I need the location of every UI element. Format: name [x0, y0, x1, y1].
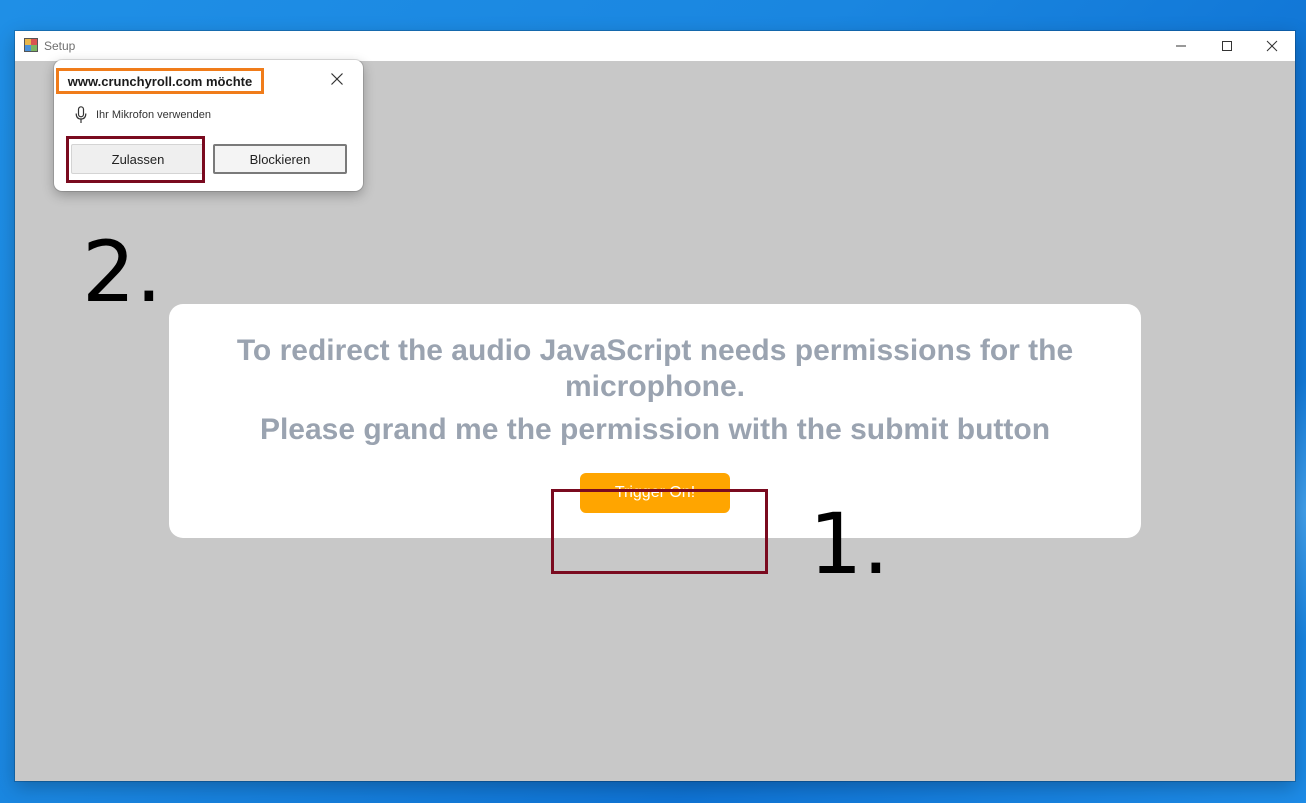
step-2-label: 2.: [82, 223, 163, 321]
card-text-line-1: To redirect the audio JavaScript needs p…: [236, 334, 1074, 367]
window-close-button[interactable]: [1249, 31, 1295, 61]
popup-site-title: www.crunchyroll.com möchte: [56, 68, 264, 94]
maximize-button[interactable]: [1204, 31, 1250, 61]
minimize-icon: [1176, 45, 1186, 47]
close-icon: [331, 73, 343, 85]
window-titlebar[interactable]: Setup: [15, 31, 1295, 61]
microphone-icon: [75, 106, 87, 123]
card-text-line-3: Please grand me the permission with the …: [259, 413, 1051, 446]
window-title: Setup: [44, 39, 76, 53]
step-1-label: 1.: [809, 495, 890, 593]
permission-popup: www.crunchyroll.com möchte Ihr Mikrofon …: [54, 60, 363, 191]
allow-button[interactable]: Zulassen: [71, 144, 205, 174]
minimize-button[interactable]: [1158, 31, 1204, 61]
trigger-highlight-box: [551, 489, 768, 574]
app-icon: [24, 38, 38, 52]
card-text-line-2: microphone.: [564, 370, 745, 403]
block-button[interactable]: Blockieren: [213, 144, 347, 174]
maximize-icon: [1222, 41, 1232, 51]
close-icon: [1266, 40, 1278, 52]
popup-close-button[interactable]: [326, 68, 348, 90]
permission-description: Ihr Mikrofon verwenden: [96, 109, 211, 121]
